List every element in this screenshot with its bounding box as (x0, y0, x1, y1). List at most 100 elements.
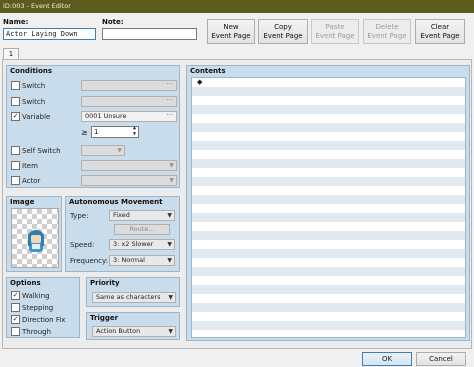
switch2-selector[interactable]: ··· (81, 96, 177, 107)
event-image-preview[interactable] (11, 208, 59, 268)
chevron-down-icon: ▼ (169, 177, 174, 184)
actor-selector[interactable]: ▼ (81, 175, 177, 186)
switch2-label: Switch (22, 98, 46, 106)
compare-value: 1 (94, 128, 99, 136)
contents-row[interactable] (192, 150, 465, 159)
contents-row[interactable] (192, 168, 465, 177)
item-selector[interactable]: ▼ (81, 160, 177, 171)
name-field[interactable]: Actor Laying Down (3, 28, 96, 40)
conditions-title: Conditions (10, 67, 53, 75)
contents-row[interactable] (192, 96, 465, 105)
contents-row[interactable] (192, 321, 465, 330)
contents-row[interactable] (192, 213, 465, 222)
contents-first-line: ◆ (197, 78, 203, 86)
compare-symbol: ≥ (81, 128, 88, 137)
contents-row[interactable] (192, 186, 465, 195)
contents-row[interactable] (192, 195, 465, 204)
contents-row[interactable] (192, 132, 465, 141)
note-field[interactable] (102, 28, 197, 40)
contents-rows (192, 78, 465, 337)
note-label: Note: (102, 18, 124, 26)
trigger-panel: Trigger Action Button ▼ (86, 312, 180, 340)
chevron-down-icon: ▼ (168, 294, 173, 301)
chevron-down-icon: ▼ (117, 147, 122, 154)
contents-list[interactable]: ◆ (191, 77, 466, 338)
copy-event-page-button[interactable]: Copy Event Page (258, 19, 308, 44)
movement-speed-select[interactable]: 3: x2 Slower ▼ (109, 239, 175, 250)
contents-row[interactable] (192, 114, 465, 123)
compare-value-spinner[interactable]: 1 ▲ ▼ (91, 125, 139, 138)
delete-event-page-line1: Delete (375, 23, 399, 31)
contents-row[interactable] (192, 141, 465, 150)
new-event-page-button[interactable]: New Event Page (207, 19, 255, 44)
delete-event-page-button[interactable]: Delete Event Page (363, 19, 411, 44)
contents-row[interactable] (192, 294, 465, 303)
stepping-checkbox[interactable] (11, 303, 20, 312)
contents-row[interactable] (192, 204, 465, 213)
name-value: Actor Laying Down (6, 30, 78, 38)
contents-row[interactable] (192, 249, 465, 258)
contents-row[interactable] (192, 222, 465, 231)
new-event-page-line1: New (223, 23, 239, 31)
priority-select[interactable]: Same as characters ▼ (92, 292, 176, 303)
contents-row[interactable] (192, 105, 465, 114)
spinner-arrows-icon[interactable]: ▲ ▼ (133, 125, 136, 137)
contents-row[interactable] (192, 312, 465, 321)
contents-row[interactable] (192, 240, 465, 249)
image-panel: Image (6, 196, 62, 272)
ellipsis-icon: ··· (166, 96, 173, 104)
item-checkbox[interactable] (11, 161, 20, 170)
paste-event-page-line2: Event Page (315, 32, 355, 40)
cancel-button[interactable]: Cancel (416, 352, 466, 366)
contents-row[interactable] (192, 276, 465, 285)
self-switch-selector[interactable]: ▼ (81, 145, 125, 156)
switch1-checkbox[interactable] (11, 81, 20, 90)
movement-type-label: Type: (70, 212, 89, 220)
ok-button[interactable]: OK (362, 352, 412, 366)
clear-event-page-button[interactable]: Clear Event Page (415, 19, 465, 44)
new-event-page-line2: Event Page (211, 32, 251, 40)
copy-event-page-line1: Copy (274, 23, 292, 31)
direction-fix-checkmark: ✓ (12, 315, 19, 323)
contents-row[interactable] (192, 87, 465, 96)
trigger-value: Action Button (96, 327, 141, 335)
contents-row[interactable] (192, 303, 465, 312)
variable-value: 0001 Unsure (85, 112, 127, 120)
contents-row[interactable] (192, 159, 465, 168)
movement-type-select[interactable]: Fixed ▼ (109, 210, 175, 221)
contents-row[interactable] (192, 258, 465, 267)
self-switch-label: Self Switch (22, 147, 61, 155)
switch2-checkbox[interactable] (11, 97, 20, 106)
tab-page-1-label: 1 (8, 50, 14, 58)
clear-event-page-line2: Event Page (420, 32, 460, 40)
priority-value: Same as characters (96, 293, 161, 301)
walking-checkbox[interactable]: ✓ (11, 291, 20, 300)
contents-row[interactable] (192, 267, 465, 276)
contents-row[interactable] (192, 231, 465, 240)
movement-frequency-select[interactable]: 3: Normal ▼ (109, 255, 175, 266)
through-checkbox[interactable] (11, 327, 20, 336)
movement-title: Autonomous Movement (69, 198, 163, 206)
contents-row[interactable] (192, 285, 465, 294)
trigger-select[interactable]: Action Button ▼ (92, 326, 176, 337)
paste-event-page-button[interactable]: Paste Event Page (311, 19, 359, 44)
movement-speed-label: Speed: (70, 241, 95, 249)
autonomous-movement-panel: Autonomous Movement Type: Fixed ▼ Route..… (65, 196, 180, 272)
actor-checkbox[interactable] (11, 176, 20, 185)
options-title: Options (10, 279, 41, 287)
route-button[interactable]: Route... (114, 224, 170, 235)
actor-label: Actor (22, 177, 41, 185)
contents-row[interactable] (192, 123, 465, 132)
contents-row[interactable] (192, 330, 465, 337)
through-label: Through (22, 328, 52, 336)
movement-frequency-label: Frequency: (70, 257, 109, 265)
direction-fix-checkbox[interactable]: ✓ (11, 315, 20, 324)
window-titlebar: ID:003 - Event Editor (0, 0, 474, 13)
switch1-selector[interactable]: ··· (81, 80, 177, 91)
variable-checkbox[interactable]: ✓ (11, 112, 20, 121)
contents-row[interactable] (192, 78, 465, 87)
contents-row[interactable] (192, 177, 465, 186)
self-switch-checkbox[interactable] (11, 146, 20, 155)
variable-selector[interactable]: 0001 Unsure ··· (81, 111, 177, 122)
ok-label: OK (381, 355, 393, 363)
